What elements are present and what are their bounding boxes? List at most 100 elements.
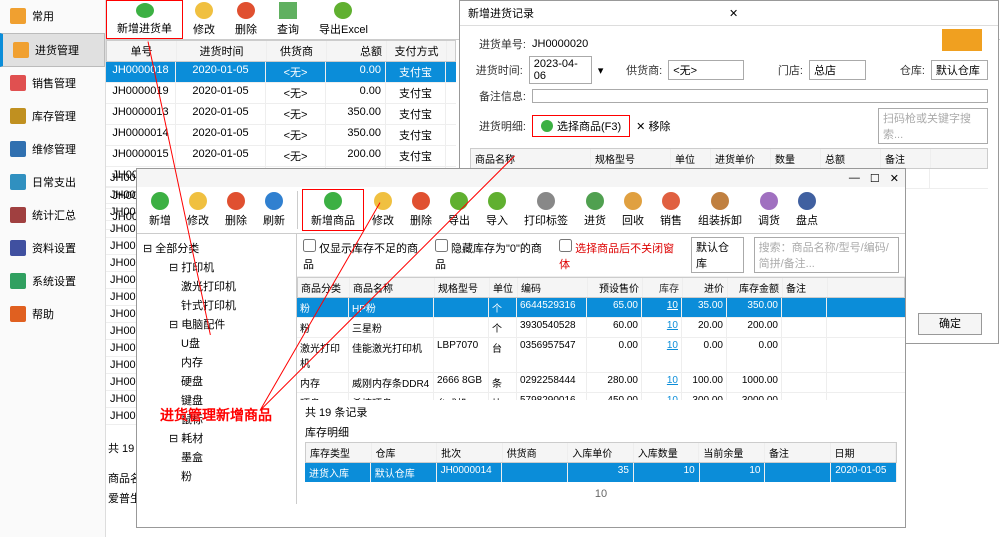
goods-toolbar: 新增 修改 删除 刷新 新增商品 修改 删除 导出 导入 打印标签 进货 回收 … — [137, 187, 905, 234]
note-input[interactable] — [532, 89, 988, 103]
import-button[interactable]: 导入 — [478, 189, 516, 231]
annotation-text: 进货管理新增商品 — [160, 405, 272, 425]
add-button[interactable]: 新增 — [141, 189, 179, 231]
supplier-input[interactable]: <无> — [668, 60, 744, 80]
purchase-button[interactable]: 进货 — [576, 189, 614, 231]
pencil-icon — [189, 192, 207, 210]
sidebar-item-help[interactable]: 帮助 — [0, 298, 105, 331]
sidebar-item-daily[interactable]: 日常支出 — [0, 166, 105, 199]
goods-edit-button[interactable]: 修改 — [364, 189, 402, 231]
cb-noclose[interactable]: 选择商品后不关闭窗体 — [559, 239, 681, 272]
tree-hdd[interactable]: 硬盘 — [141, 372, 292, 390]
date-input[interactable]: 2023-04-06 — [529, 56, 592, 84]
import-icon — [488, 192, 506, 210]
record-count: 共 19 条记录 — [305, 404, 897, 420]
print-label-button[interactable]: 打印标签 — [516, 189, 576, 231]
goods-delete-button[interactable]: 删除 — [402, 189, 440, 231]
assembly-button[interactable]: 组装拆卸 — [690, 189, 750, 231]
box-icon — [711, 192, 729, 210]
sell-button[interactable]: 销售 — [652, 189, 690, 231]
transfer-button[interactable]: 调货 — [750, 189, 788, 231]
ok-button[interactable]: 确定 — [918, 313, 982, 335]
close-icon[interactable]: ✕ — [890, 172, 899, 185]
sidebar-item-purchase[interactable]: 进货管理 — [0, 33, 105, 67]
tree-pcacc[interactable]: ⊟ 电脑配件 — [141, 315, 292, 333]
sidebar-item-data[interactable]: 资料设置 — [0, 232, 105, 265]
clipboard-icon — [798, 192, 816, 210]
sidebar-item-sales[interactable]: 销售管理 — [0, 67, 105, 100]
detail-table-header: 商品名称 规格型号 单位 进货单价 数量 总额 备注 — [470, 148, 988, 169]
edit-button[interactable]: 修改 — [183, 0, 225, 39]
export-button[interactable]: 导出Excel — [309, 0, 378, 39]
plus-icon — [136, 3, 154, 18]
warehouse-select[interactable]: 默认仓库 — [931, 60, 988, 80]
tree-toner[interactable]: 粉 — [141, 467, 292, 485]
sidebar-item-system[interactable]: 系统设置 — [0, 265, 105, 298]
goods-row[interactable]: 内存威刚内存条DDR42666 8GB条0292258444280.001010… — [297, 373, 905, 393]
table-row[interactable]: JH00000152020-01-05<无>200.00支付宝 — [106, 146, 456, 167]
close-icon[interactable]: ✕ — [729, 7, 990, 20]
maximize-icon[interactable]: ☐ — [870, 172, 880, 185]
inventory-detail-table: 库存明细 库存类型 仓库 批次 供货商 入库单价 入库数量 当前余量 备注 日期… — [305, 424, 897, 482]
cart-icon — [10, 75, 26, 91]
tree-ink[interactable]: 墨盒 — [141, 448, 292, 466]
star-icon — [10, 8, 26, 24]
warehouse-filter[interactable]: 默认仓库 — [691, 237, 744, 273]
scan-search-input[interactable]: 扫码枪或关键字搜索... — [878, 108, 988, 144]
bottom-number: 10 — [305, 488, 897, 500]
select-goods-button[interactable]: 选择商品(F3) — [532, 115, 630, 137]
plus-icon — [541, 120, 553, 132]
tree-laser[interactable]: 激光打印机 — [141, 277, 292, 295]
store-select[interactable]: 总店 — [809, 60, 866, 80]
remove-button[interactable]: ✕ 移除 — [636, 118, 670, 134]
box-in-icon — [586, 192, 604, 210]
tree-udisk[interactable]: U盘 — [141, 334, 292, 352]
sidebar-item-stats[interactable]: 统计汇总 — [0, 199, 105, 232]
magnifier-icon — [279, 2, 297, 19]
barcode-icon — [537, 192, 555, 210]
delete-button[interactable]: 删除 — [225, 0, 267, 39]
tree-root[interactable]: ⊟ 全部分类 — [141, 239, 292, 257]
table-header: 单号 进货时间 供货商 总额 支付方式 — [106, 40, 456, 62]
goods-row[interactable]: 激光打印机佳能激光打印机LBP7070台03569575470.00100.00… — [297, 338, 905, 373]
tree-printers[interactable]: ⊟ 打印机 — [141, 258, 292, 276]
cb-hidezero[interactable]: 隐藏库存为"0"的商品 — [435, 239, 549, 272]
x-icon — [237, 2, 255, 19]
box-icon — [13, 42, 29, 58]
chart-icon — [10, 207, 26, 223]
filter-bar: 仅显示库存不足的商品 隐藏库存为"0"的商品 选择商品后不关闭窗体 默认仓库 搜… — [297, 234, 905, 277]
goods-search-input[interactable]: 搜索：商品名称/型号/编码/简拼/备注... — [754, 237, 899, 273]
tree-needle[interactable]: 针式打印机 — [141, 296, 292, 314]
minimize-icon[interactable]: — — [849, 172, 860, 184]
recycle-icon — [624, 192, 642, 210]
recycle-button[interactable]: 回收 — [614, 189, 652, 231]
goods-row[interactable]: 粉HP粉个664452931665.001035.00350.00 — [297, 298, 905, 318]
sidebar-item-inventory[interactable]: 库存管理 — [0, 100, 105, 133]
table-row[interactable]: JH00000182020-01-05<无>0.00支付宝 — [106, 62, 456, 83]
dialog-titlebar: 新增进货记录 ✕ — [460, 1, 998, 26]
delete-button[interactable]: 删除 — [217, 189, 255, 231]
inventory-row[interactable]: 进货入库 默认仓库 JH0000014 35 10 10 2020-01-05 — [305, 463, 897, 482]
calendar-icon[interactable]: ▾ — [598, 64, 604, 77]
goods-window: — ☐ ✕ 新增 修改 删除 刷新 新增商品 修改 删除 导出 导入 打印标签 … — [136, 168, 906, 528]
add-goods-button[interactable]: 新增商品 — [302, 189, 364, 231]
refresh-button[interactable]: 刷新 — [255, 189, 293, 231]
edit-button[interactable]: 修改 — [179, 189, 217, 231]
goods-table: 商品分类 商品名称 规格型号 单位 编码 预设售价 库存 进价 库存金额 备注 … — [297, 277, 905, 400]
purchase-id: JH0000020 — [532, 38, 602, 50]
category-tree: ⊟ 全部分类 ⊟ 打印机 激光打印机 针式打印机 ⊟ 电脑配件 U盘 内存 硬盘… — [137, 234, 297, 504]
table-row[interactable]: JH00000132020-01-05<无>350.00支付宝 — [106, 104, 456, 125]
goods-row[interactable]: 粉三星粉个393054052860.001020.00200.00 — [297, 318, 905, 338]
cb-lowstock[interactable]: 仅显示库存不足的商品 — [303, 239, 425, 272]
table-row[interactable]: JH00000142020-01-05<无>350.00支付宝 — [106, 125, 456, 146]
truck-icon — [942, 29, 982, 51]
gear-icon — [10, 273, 26, 289]
search-button[interactable]: 查询 — [267, 0, 309, 39]
sidebar-item-repair[interactable]: 维修管理 — [0, 133, 105, 166]
check-button[interactable]: 盘点 — [788, 189, 826, 231]
add-purchase-button[interactable]: 新增进货单 — [106, 0, 183, 39]
goods-row[interactable]: 硬盘希捷硬盘台式机2TB块5798290016450.0010300.00300… — [297, 393, 905, 400]
sidebar-item-common[interactable]: 常用 — [0, 0, 105, 33]
tree-mem[interactable]: 内存 — [141, 353, 292, 371]
tree-consum[interactable]: ⊟ 耗材 — [141, 429, 292, 447]
